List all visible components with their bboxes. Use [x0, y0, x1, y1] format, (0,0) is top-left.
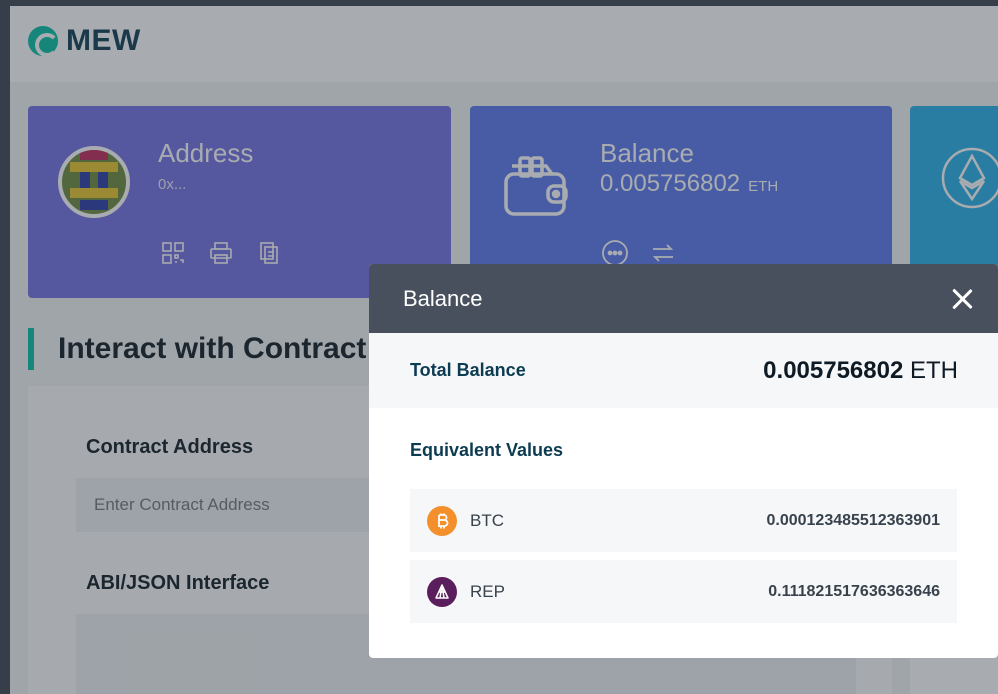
- total-balance-amount: 0.005756802: [763, 356, 904, 384]
- coin-symbol: BTC: [470, 510, 504, 530]
- bitcoin-icon: [427, 505, 457, 536]
- coin-symbol: REP: [470, 581, 505, 601]
- total-balance-unit: ETH: [910, 356, 958, 384]
- close-icon[interactable]: [948, 285, 976, 313]
- total-balance-value: 0.005756802 ETH: [763, 357, 958, 385]
- equivalent-values-label: Equivalent Values: [410, 440, 564, 460]
- total-balance-label: Total Balance: [410, 360, 526, 380]
- modal-header: Balance: [369, 264, 998, 333]
- coin-value: 0.000123485512363901: [766, 511, 940, 529]
- balance-modal: Balance Total Balance 0.005756802 ETH Eq…: [369, 264, 998, 658]
- modal-title: Balance: [403, 285, 483, 311]
- augur-icon: [427, 576, 457, 607]
- total-balance-row: Total Balance 0.005756802 ETH: [369, 333, 998, 408]
- coin-value: 0.111821517636363646: [768, 582, 940, 600]
- list-item-btc: BTC 0.000123485512363901: [410, 489, 957, 552]
- list-item-rep: REP 0.111821517636363646: [410, 560, 957, 623]
